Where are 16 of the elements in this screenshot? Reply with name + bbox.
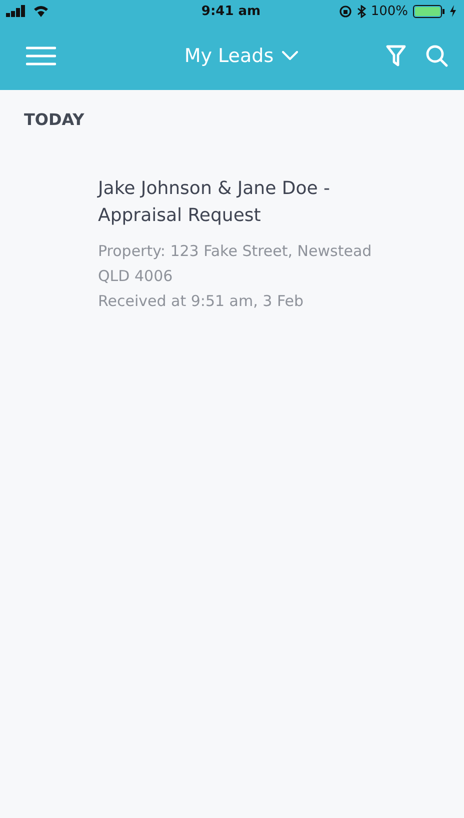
chevron-down-icon bbox=[282, 51, 298, 61]
section-heading: TODAY bbox=[23, 109, 86, 129]
bluetooth-icon bbox=[356, 4, 366, 18]
charging-icon bbox=[450, 5, 456, 17]
lead-received: Received at 9:51 am, 3 Feb bbox=[98, 291, 305, 312]
menu-icon bbox=[26, 46, 56, 66]
lead-property: Property: 123 Fake Street, Newstead QLD 4006 bbox=[98, 241, 373, 287]
signal-icon bbox=[6, 5, 28, 17]
search-icon bbox=[426, 45, 448, 67]
rotation-lock-icon bbox=[338, 4, 352, 18]
filter-icon bbox=[386, 45, 406, 67]
battery-icon bbox=[413, 4, 445, 18]
battery-percentage: 100% bbox=[370, 4, 408, 18]
lead-title[interactable]: Jake Johnson & Jane Doe - Appraisal Request bbox=[98, 175, 398, 229]
wifi-icon bbox=[33, 5, 49, 17]
status-time: 9:41 am bbox=[201, 4, 261, 18]
